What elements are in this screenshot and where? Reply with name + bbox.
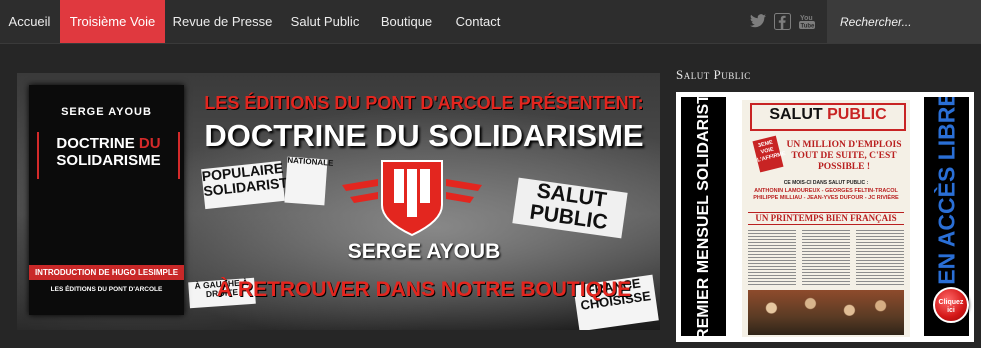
- book-title-frame: DOCTRINE DU SOLIDARISME: [37, 132, 180, 179]
- top-nav-bar: Accueil Troisième Voie Revue de Presse S…: [0, 0, 981, 44]
- book-intro-strip: INTRODUCTION DE HUGO LESIMPLE: [29, 265, 184, 280]
- cliquez-ici-label: Cliquez ici: [938, 299, 964, 314]
- book-title-line2: SOLIDARISME: [56, 152, 161, 169]
- twitter-icon[interactable]: [749, 12, 767, 30]
- promo-right-text: EN ACCÈS LIBRE: [933, 97, 959, 285]
- newspaper-section-title: UN PRINTEMPS BIEN FRANÇAIS: [748, 212, 904, 225]
- facebook-icon[interactable]: [773, 12, 791, 30]
- promo-left-text: PREMIER MENSUEL SOLIDARISTE: [694, 97, 712, 336]
- banner-headline-title: DOCTRINE DU SOLIDARISME: [204, 118, 644, 153]
- newspaper-authors: ANTHONIN LAMOUREUX - GEORGES FELTIN-TRAC…: [753, 188, 899, 201]
- salut-public-promo[interactable]: PREMIER MENSUEL SOLIDARISTE SALUT PUBLIC…: [676, 92, 974, 342]
- newspaper-masthead: SALUT PUBLIC: [750, 103, 906, 131]
- sign-populaire-solidariste: POPULAIRE SOLIDARISTE: [201, 160, 298, 210]
- book-title-red: DU: [138, 135, 161, 152]
- book-title: DOCTRINE DU SOLIDARISME: [39, 135, 178, 169]
- newspaper-column-3: [856, 230, 904, 285]
- newspaper-column-2: [802, 230, 850, 285]
- newspaper-crowd-photo: [748, 290, 904, 335]
- promo-left-bar: PREMIER MENSUEL SOLIDARISTE: [681, 97, 726, 336]
- newspaper-cover: SALUT PUBLIC 3EME VOIE L'AFFIRME UN MILL…: [742, 100, 910, 337]
- search-box: [827, 0, 981, 43]
- mast-public: PUBLIC: [827, 106, 887, 123]
- sidebar-title: Salut Public: [676, 67, 751, 82]
- banner-headline-publisher: LES ÉDITIONS DU PONT D'ARCOLE PRÉSENTENT…: [204, 93, 644, 113]
- nav-item-contact[interactable]: Contact: [443, 0, 513, 43]
- nav-item-troisieme-voie[interactable]: Troisième Voie: [60, 0, 165, 43]
- sign-nationale: NATIONALE: [284, 156, 334, 206]
- book-title-line1: DOCTRINE: [56, 135, 135, 152]
- book-publisher: LES ÉDITIONS DU PONT D'ARCOLE: [50, 286, 163, 293]
- mast-salut: SALUT: [769, 106, 823, 123]
- newspaper-mast-title: SALUT PUBLIC: [752, 106, 904, 124]
- youtube-icon[interactable]: You Tube: [798, 12, 816, 30]
- banner-shop-tagline: À RETROUVER DANS NOTRE BOUTIQUE: [216, 278, 632, 301]
- newspaper-column-1: [748, 230, 796, 285]
- book-author: SERGE AYOUB: [61, 106, 152, 118]
- newspaper-red-tag: 3EME VOIE L'AFFIRME: [752, 135, 786, 173]
- nav-item-boutique[interactable]: Boutique: [370, 0, 443, 43]
- book-cover: SERGE AYOUB DOCTRINE DU SOLIDARISME INTR…: [29, 85, 184, 315]
- banner-author: SERGE AYOUB: [347, 240, 501, 263]
- search-input[interactable]: [838, 12, 980, 32]
- svg-text:You: You: [800, 15, 813, 22]
- book-promo-banner[interactable]: POPULAIRE SOLIDARISTE NATIONALE SALUT PU…: [17, 73, 660, 330]
- nav-item-revue-de-presse[interactable]: Revue de Presse: [165, 0, 280, 43]
- nav-item-accueil[interactable]: Accueil: [0, 0, 59, 43]
- nav-item-salut-public[interactable]: Salut Public: [280, 0, 370, 43]
- cliquez-ici-button[interactable]: Cliquez ici: [933, 287, 969, 323]
- newspaper-headline: UN MILLION D'EMPLOIS TOUT DE SUITE, C'ES…: [786, 140, 902, 172]
- newspaper-subhead: CE MOIS-CI DANS SALUT PUBLIC :: [783, 180, 869, 186]
- svg-text:Tube: Tube: [801, 24, 816, 30]
- winged-shield-logo: [342, 160, 482, 237]
